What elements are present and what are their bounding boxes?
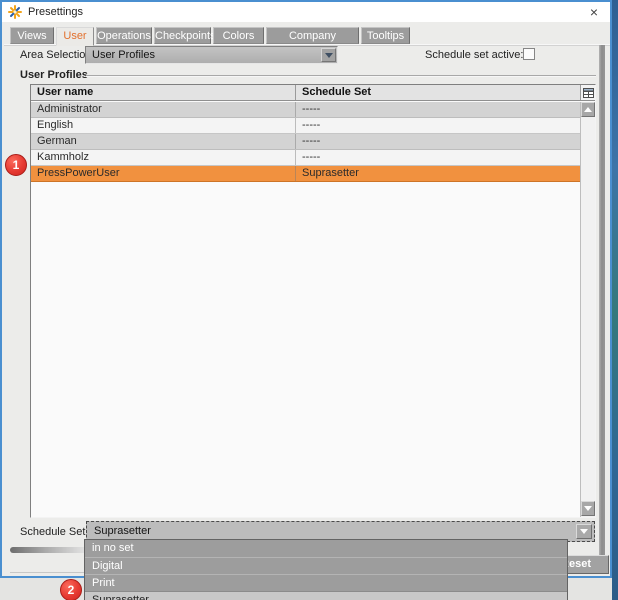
area-selection-value: User Profiles <box>92 49 155 61</box>
title-bar: Presettings × <box>2 2 610 22</box>
cell-user-name: Kammholz <box>31 150 296 165</box>
chevron-down-icon[interactable] <box>321 48 336 62</box>
arrow-down-icon[interactable] <box>581 501 595 516</box>
table-config-button[interactable] <box>580 85 595 100</box>
schedule-set-value: Suprasetter <box>94 525 151 537</box>
table-header-row: User name Schedule Set <box>31 85 595 101</box>
screen: Presettings × Views User Operations Chec… <box>0 0 618 600</box>
cell-schedule-set: Suprasetter <box>302 167 359 179</box>
chevron-down-icon[interactable] <box>576 524 592 539</box>
tab-operations[interactable]: Operations <box>96 27 152 44</box>
cell-schedule-set: ----- <box>302 135 321 147</box>
annotation-badge-1: 1 <box>5 154 27 176</box>
cell-schedule-set: ----- <box>302 151 321 163</box>
desktop-background-strip <box>612 0 618 600</box>
schedule-set-active-checkbox[interactable] <box>523 48 535 60</box>
vertical-scrollbar-thumb[interactable] <box>599 45 605 572</box>
area-selection-combobox[interactable]: User Profiles <box>85 46 338 64</box>
tab-checkpoints[interactable]: Checkpoints <box>154 27 216 44</box>
tab-views[interactable]: Views <box>10 27 54 44</box>
arrow-up-icon[interactable] <box>581 102 595 117</box>
grid-icon <box>582 87 594 98</box>
cell-user-name: English <box>31 118 296 133</box>
tab-company-calendar[interactable]: Company Calendar <box>266 27 359 58</box>
column-header-schedule-set[interactable]: Schedule Set <box>296 85 580 100</box>
tab-user[interactable]: User <box>56 27 94 46</box>
group-divider-line <box>86 75 596 77</box>
schedule-set-label: Schedule Set: <box>20 526 89 538</box>
horizontal-scrollbar-thumb[interactable] <box>10 547 88 553</box>
dropdown-option-print[interactable]: Print <box>85 574 567 591</box>
cell-schedule-set: ----- <box>302 119 321 131</box>
table-row-selected[interactable]: PressPowerUser Suprasetter <box>31 166 580 182</box>
column-header-user-name[interactable]: User name <box>31 85 296 100</box>
table-row[interactable]: Administrator ----- <box>31 102 580 118</box>
table-row[interactable]: German ----- <box>31 134 580 150</box>
cell-schedule-set: ----- <box>302 103 321 115</box>
prinect-star-icon <box>8 5 22 19</box>
schedule-set-dropdown-popup: in no set Digital Print Suprasetter <box>84 539 568 600</box>
window-title: Presettings <box>28 6 84 18</box>
dropdown-option-suprasetter[interactable]: Suprasetter <box>85 591 567 600</box>
cell-user-name: PressPowerUser <box>31 166 296 181</box>
table-row[interactable]: Kammholz ----- <box>31 150 580 166</box>
area-selection-label: Area Selection <box>20 49 92 61</box>
dropdown-option-digital[interactable]: Digital <box>85 557 567 574</box>
user-profiles-group-title: User Profiles <box>20 69 88 81</box>
tab-colors[interactable]: Colors <box>213 27 264 44</box>
schedule-set-active-label: Schedule set active: <box>425 49 524 61</box>
tab-tooltips[interactable]: Tooltips <box>361 27 410 44</box>
presettings-window: Presettings × Views User Operations Chec… <box>0 0 612 578</box>
table-body: Administrator ----- English ----- German… <box>31 102 580 182</box>
annotation-badge-2: 2 <box>60 579 82 600</box>
table-row[interactable]: English ----- <box>31 118 580 134</box>
cell-user-name: Administrator <box>31 102 296 117</box>
close-icon[interactable]: × <box>586 4 602 20</box>
table-scrollbar[interactable] <box>580 102 595 517</box>
dropdown-option-in-no-set[interactable]: in no set <box>85 540 567 557</box>
cell-user-name: German <box>31 134 296 149</box>
user-profiles-table: User name Schedule Set Administrator ---… <box>30 84 596 518</box>
